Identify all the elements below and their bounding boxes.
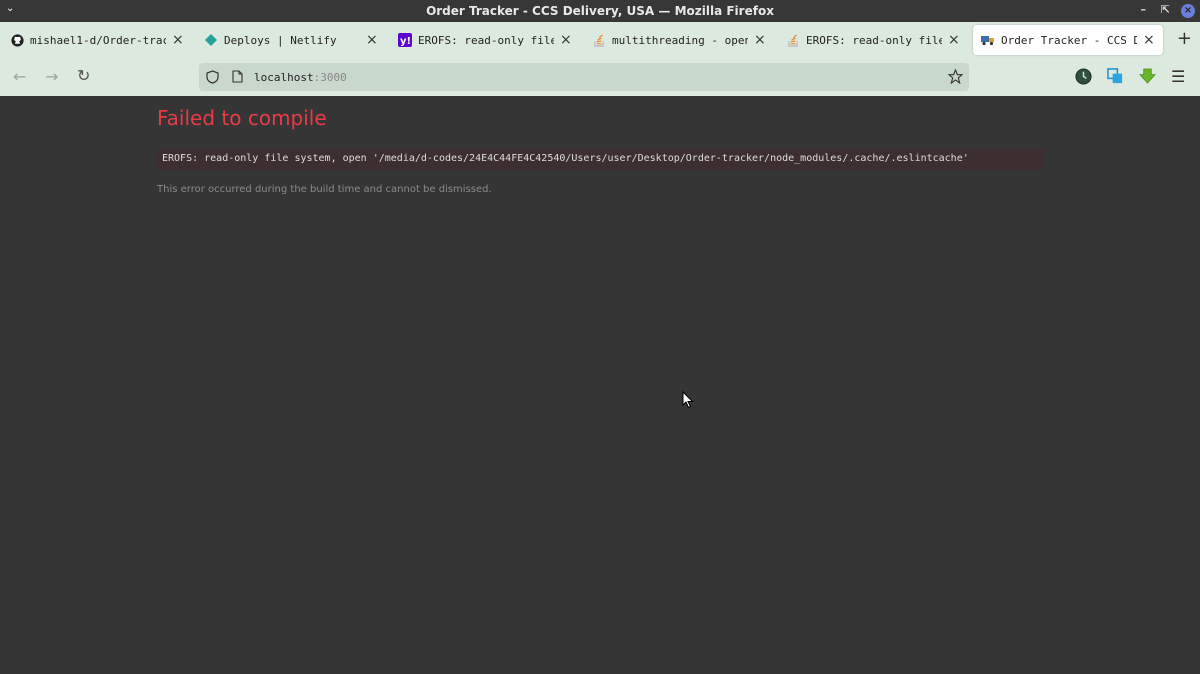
window-titlebar: ⌄ Order Tracker - CCS Delivery, USA — Mo… (0, 0, 1200, 22)
tab-label: Deploys | Netlify (224, 33, 337, 47)
truck-icon (981, 33, 995, 47)
tab-close-icon[interactable]: × (366, 32, 378, 48)
tab-label: mishael1-d/Order-tracker (30, 33, 166, 47)
tab-label: multithreading - open Faile (612, 33, 748, 47)
mouse-cursor-icon (682, 390, 694, 413)
forward-arrow-icon[interactable]: → (45, 67, 58, 86)
page-content: Failed to compile EROFS: read-only file … (0, 96, 1200, 674)
yahoo-icon: y! (398, 33, 412, 47)
extension-sync-icon[interactable] (1107, 68, 1125, 86)
url-host: localhost (254, 70, 314, 84)
extension-download-icon[interactable] (1139, 68, 1157, 86)
stackoverflow-icon (786, 33, 800, 47)
tab-github-order-tracker[interactable]: mishael1-d/Order-tracker × (2, 25, 192, 55)
tab-label: Order Tracker - CCS Deliver (1001, 33, 1137, 47)
tab-yahoo-erofs[interactable]: y! EROFS: read-only file syste × (390, 25, 580, 55)
tab-close-icon[interactable]: × (560, 32, 572, 48)
tab-close-icon[interactable]: × (1143, 32, 1155, 48)
tab-order-tracker-active[interactable]: Order Tracker - CCS Deliver × (973, 25, 1163, 55)
tab-stackoverflow-erofs[interactable]: EROFS: read-only file syste × (778, 25, 968, 55)
tab-label: EROFS: read-only file syste (418, 33, 554, 47)
window-menu-chevron-icon[interactable]: ⌄ (6, 3, 14, 14)
minimize-icon[interactable]: – (1141, 3, 1147, 16)
hamburger-menu-icon[interactable]: ☰ (1171, 67, 1189, 86)
error-title: Failed to compile (157, 106, 327, 130)
maximize-icon[interactable]: ⇱ (1161, 3, 1170, 16)
back-arrow-icon[interactable]: ← (13, 67, 26, 86)
url-bar[interactable]: localhost:3000 (199, 63, 969, 91)
reload-icon[interactable]: ↻ (77, 66, 90, 85)
stackoverflow-icon (592, 33, 606, 47)
tab-strip: mishael1-d/Order-tracker × Deploys | Net… (0, 22, 1200, 58)
window-title: Order Tracker - CCS Delivery, USA — Mozi… (426, 4, 774, 18)
tab-close-icon[interactable]: × (948, 32, 960, 48)
tab-stackoverflow-multithreading[interactable]: multithreading - open Faile × (584, 25, 774, 55)
tab-label: EROFS: read-only file syste (806, 33, 942, 47)
netlify-icon (204, 33, 218, 47)
extension-clock-icon[interactable] (1075, 68, 1093, 86)
tab-close-icon[interactable]: × (754, 32, 766, 48)
tab-close-icon[interactable]: × (172, 32, 184, 48)
shield-icon[interactable] (206, 70, 220, 84)
error-message-box: EROFS: read-only file system, open '/med… (157, 148, 1043, 170)
new-tab-icon[interactable]: + (1177, 28, 1192, 49)
page-icon[interactable] (232, 70, 244, 84)
github-icon (10, 33, 24, 47)
navigation-bar: ← → ↻ localhost:3000 ☰ (0, 58, 1200, 97)
error-note: This error occurred during the build tim… (157, 184, 492, 195)
tab-netlify-deploys[interactable]: Deploys | Netlify × (196, 25, 386, 55)
window-close-icon[interactable]: × (1181, 4, 1195, 18)
url-text[interactable]: localhost:3000 (254, 71, 347, 84)
bookmark-star-icon[interactable] (947, 68, 964, 87)
url-port: :3000 (313, 70, 347, 84)
svg-text:y!: y! (400, 36, 411, 47)
